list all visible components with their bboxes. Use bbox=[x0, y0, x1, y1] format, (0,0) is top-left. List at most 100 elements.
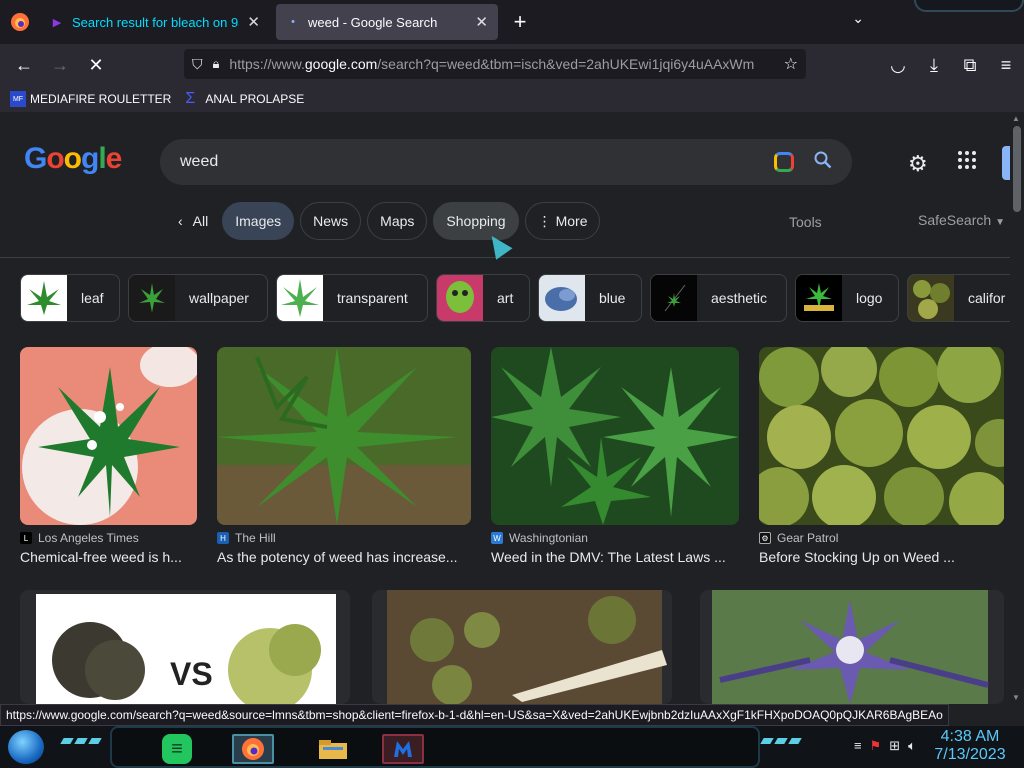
close-icon[interactable]: ✕ bbox=[247, 13, 260, 31]
clock-time: 4:38 AM bbox=[940, 728, 1000, 745]
result-card[interactable]: W Washingtonian Weed in the DMV: The Late… bbox=[491, 347, 739, 565]
tab-google-search[interactable]: • weed - Google Search ✕ bbox=[276, 4, 498, 40]
result-image[interactable] bbox=[20, 347, 197, 525]
bookmark-label: MEDIAFIRE ROULETTER bbox=[30, 92, 172, 106]
lock-icon[interactable]: 🔒︎ bbox=[213, 56, 220, 72]
forward-button[interactable]: → bbox=[42, 49, 78, 81]
result-card[interactable] bbox=[372, 590, 672, 704]
scroll-up-icon[interactable]: ▲ bbox=[1012, 114, 1020, 123]
taskbar-decoration bbox=[60, 738, 102, 744]
blue-thumbnail bbox=[539, 275, 585, 321]
tab-title: weed - Google Search bbox=[308, 14, 438, 30]
bookmark-mediafire[interactable]: MF MEDIAFIRE ROULETTER bbox=[10, 91, 171, 107]
result-image[interactable] bbox=[372, 590, 672, 704]
malwarebytes-icon[interactable] bbox=[382, 734, 424, 764]
result-title[interactable]: Weed in the DMV: The Latest Laws ... bbox=[491, 549, 739, 565]
new-tab-button[interactable]: + bbox=[502, 4, 538, 40]
network-icon[interactable]: ⊞ bbox=[889, 738, 900, 754]
filter-news[interactable]: News bbox=[300, 202, 362, 240]
search-filters: ‹ All Images News Maps Shopping ⋮ More bbox=[170, 202, 601, 240]
search-icon[interactable] bbox=[814, 151, 832, 174]
result-card[interactable] bbox=[700, 590, 1004, 704]
result-image[interactable]: VS bbox=[20, 590, 350, 704]
url-text[interactable]: https://www.google.com/search?q=weed&tbm… bbox=[229, 56, 773, 72]
art-thumbnail bbox=[437, 275, 483, 321]
filter-more[interactable]: ⋮ More bbox=[524, 202, 601, 240]
google-lens-icon[interactable] bbox=[774, 152, 794, 172]
result-title[interactable]: As the potency of weed has increase... bbox=[217, 549, 471, 565]
lines-icon[interactable]: ≡ bbox=[854, 738, 862, 754]
firefox-taskbar-icon[interactable] bbox=[232, 734, 274, 764]
result-card[interactable]: VS bbox=[20, 590, 350, 704]
flag-icon[interactable]: ⚑ bbox=[870, 738, 882, 754]
result-source: H The Hill bbox=[217, 531, 471, 545]
search-box[interactable]: weed bbox=[160, 139, 852, 185]
chevron-down-icon[interactable]: ⌄ bbox=[852, 10, 864, 27]
divider bbox=[0, 257, 1010, 258]
scroll-thumb[interactable] bbox=[1013, 126, 1021, 212]
stop-button[interactable]: ✕ bbox=[78, 49, 114, 81]
result-image[interactable] bbox=[759, 347, 1004, 525]
settings-gear-icon[interactable]: ⚙ bbox=[908, 151, 928, 177]
taskbar: ≡ ≡ ⚑ ⊞ 🔈︎ 4:38 AM 7/13/2023 bbox=[0, 726, 1024, 768]
tab-bar: ▶ Search result for bleach on 9anime ✕ •… bbox=[0, 0, 1024, 44]
more-vert-icon: ⋮ bbox=[537, 212, 552, 229]
result-image[interactable] bbox=[700, 590, 1004, 704]
pocket-icon[interactable]: ◡ bbox=[880, 49, 916, 81]
downloads-icon[interactable]: ⤓ bbox=[916, 49, 952, 81]
gear-patrol-icon: ⚙ bbox=[759, 532, 771, 544]
filter-images[interactable]: Images bbox=[222, 202, 295, 240]
navigation-toolbar: ← → ✕ ⛉ 🔒︎ https://www.google.com/search… bbox=[0, 44, 1024, 86]
taskbar-frame: ≡ bbox=[110, 726, 760, 768]
related-chip-transparent[interactable]: transparent bbox=[276, 274, 428, 322]
filter-all[interactable]: ‹ All bbox=[170, 202, 216, 240]
safesearch-button[interactable]: SafeSearch ▼ bbox=[918, 212, 1005, 228]
filter-maps[interactable]: Maps bbox=[367, 202, 428, 240]
related-chip-leaf[interactable]: leaf bbox=[20, 274, 120, 322]
transparent-thumbnail bbox=[277, 275, 323, 321]
result-image[interactable] bbox=[217, 347, 471, 525]
scroll-down-icon[interactable]: ▼ bbox=[1012, 693, 1020, 702]
shield-icon[interactable]: ⛉ bbox=[192, 56, 203, 73]
latimes-icon: L bbox=[20, 532, 32, 544]
system-tray: ≡ ⚑ ⊞ 🔈︎ bbox=[854, 738, 916, 754]
result-card[interactable]: L Los Angeles Times Chemical-free weed is… bbox=[20, 347, 197, 565]
menu-icon[interactable]: ≡ bbox=[988, 49, 1024, 81]
extensions-icon[interactable]: ⧉ bbox=[952, 49, 988, 81]
related-searches: leaf wallpaper transparent art blue aest… bbox=[20, 274, 1010, 322]
back-button[interactable]: ← bbox=[6, 49, 42, 81]
wallpaper-thumbnail bbox=[129, 275, 175, 321]
google-logo[interactable]: Google bbox=[24, 142, 122, 176]
result-card[interactable]: ⚙ Gear Patrol Before Stocking Up on Weed … bbox=[759, 347, 1004, 565]
result-image[interactable] bbox=[491, 347, 739, 525]
address-bar[interactable]: ⛉ 🔒︎ https://www.google.com/search?q=wee… bbox=[184, 49, 806, 79]
search-input[interactable]: weed bbox=[180, 153, 774, 171]
related-chip-art[interactable]: art bbox=[436, 274, 530, 322]
related-chip-wallpaper[interactable]: wallpaper bbox=[128, 274, 268, 322]
tools-button[interactable]: Tools bbox=[789, 214, 822, 230]
filter-shopping[interactable]: Shopping bbox=[433, 202, 519, 240]
chat-app-icon[interactable]: ≡ bbox=[162, 734, 192, 764]
star-icon[interactable]: ☆ bbox=[784, 54, 798, 74]
chevron-left-icon: ‹ bbox=[178, 213, 183, 229]
mediafire-icon: MF bbox=[10, 91, 26, 107]
tab-title: Search result for bleach on 9anime bbox=[72, 14, 239, 30]
result-card[interactable]: H The Hill As the potency of weed has inc… bbox=[217, 347, 471, 565]
related-chip-blue[interactable]: blue bbox=[538, 274, 642, 322]
clock[interactable]: 4:38 AM 7/13/2023 bbox=[930, 728, 1010, 764]
close-icon[interactable]: ✕ bbox=[475, 13, 488, 31]
page-scrollbar[interactable]: ▲ ▼ bbox=[1010, 112, 1024, 704]
firefox-menu-icon[interactable] bbox=[0, 0, 40, 44]
sign-in-button[interactable] bbox=[1002, 146, 1010, 180]
file-explorer-icon[interactable] bbox=[312, 734, 354, 764]
volume-icon[interactable]: 🔈︎ bbox=[908, 738, 916, 754]
start-button[interactable] bbox=[8, 730, 44, 764]
google-apps-icon[interactable] bbox=[958, 151, 976, 169]
related-chip-california[interactable]: califor bbox=[907, 274, 1010, 322]
related-chip-aesthetic[interactable]: aesthetic bbox=[650, 274, 787, 322]
related-chip-logo[interactable]: logo bbox=[795, 274, 899, 322]
tab-bleach-search[interactable]: ▶ Search result for bleach on 9anime ✕ bbox=[40, 4, 270, 40]
result-title[interactable]: Chemical-free weed is h... bbox=[20, 549, 197, 565]
bookmark-second[interactable]: Σ ANAL PROLAPSE bbox=[185, 91, 304, 107]
result-title[interactable]: Before Stocking Up on Weed ... bbox=[759, 549, 1004, 565]
